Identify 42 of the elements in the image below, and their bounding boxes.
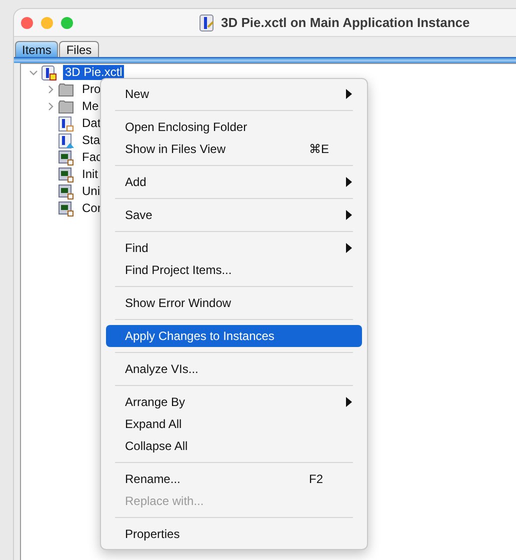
window-title: 3D Pie.xctl on Main Application Instance xyxy=(221,15,470,30)
vi-icon xyxy=(58,200,74,216)
menu-item[interactable]: Expand All xyxy=(106,413,362,435)
vi-icon xyxy=(58,184,74,200)
menu-item[interactable]: Show Error Window xyxy=(106,292,362,314)
vi-icon xyxy=(58,150,74,166)
folder-icon xyxy=(58,98,74,114)
tree-item[interactable]: Dat xyxy=(80,116,103,131)
close-button[interactable] xyxy=(21,16,33,28)
menu-item[interactable]: Apply Changes to Instances xyxy=(106,325,362,347)
menu-item[interactable]: Properties xyxy=(106,523,362,545)
menu-item[interactable]: Save xyxy=(106,204,362,226)
chevron-icon[interactable] xyxy=(46,85,55,94)
document-icon xyxy=(199,14,215,32)
tree-item[interactable]: Init xyxy=(80,167,100,182)
tab[interactable]: Items xyxy=(15,41,58,57)
menu-item[interactable]: Show in Files View ⌘E xyxy=(106,138,362,160)
control-icon xyxy=(58,132,74,148)
tab[interactable]: Files xyxy=(59,41,99,57)
control-icon xyxy=(41,64,57,80)
menu-item[interactable]: Analyze VIs... xyxy=(106,358,362,380)
tree-item[interactable]: 3D Pie.xctl xyxy=(63,65,124,80)
folder-icon xyxy=(58,82,74,98)
tree-item[interactable]: Pro xyxy=(80,82,103,97)
chevron-icon[interactable] xyxy=(29,68,38,77)
menu-item[interactable]: Find xyxy=(106,237,362,259)
tree-item[interactable]: Cor xyxy=(80,201,104,216)
menu-item[interactable]: Add xyxy=(106,171,362,193)
tree-item[interactable]: Sta xyxy=(80,133,102,148)
vi-icon xyxy=(58,166,74,182)
zoom-button[interactable] xyxy=(61,16,73,28)
tree-item[interactable]: Me xyxy=(80,99,101,114)
control-icon xyxy=(58,116,74,132)
menu-item[interactable]: Rename... F2 xyxy=(106,468,362,490)
minimize-button[interactable] xyxy=(41,16,53,28)
menu-item[interactable]: Find Project Items... xyxy=(106,259,362,281)
tree-item[interactable]: Uni xyxy=(80,184,102,199)
menu-item[interactable]: New xyxy=(106,83,362,105)
menu-item[interactable]: Collapse All xyxy=(106,435,362,457)
menu-item[interactable]: Arrange By xyxy=(106,391,362,413)
chevron-icon[interactable] xyxy=(46,102,55,111)
menu-item[interactable]: Open Enclosing Folder xyxy=(106,116,362,138)
